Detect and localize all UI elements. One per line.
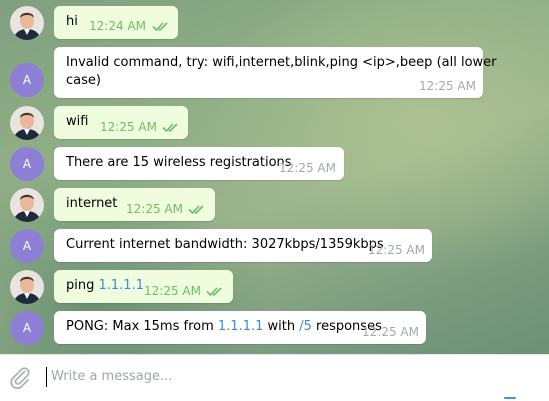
message-composer: Write a message... <box>0 354 549 401</box>
chat-background: hi 12:24 AM A Invalid command, try: wifi… <box>0 0 549 354</box>
message-text: ping 1.1.1.1 <box>66 278 144 293</box>
user-avatar[interactable] <box>10 106 44 140</box>
bot-avatar[interactable]: A <box>10 311 44 345</box>
double-check-icon <box>206 287 222 297</box>
message-time: 12:25 AM <box>126 202 183 216</box>
message-text: wifi <box>66 114 89 129</box>
message-time: 12:25 AM <box>368 243 425 257</box>
ip-link[interactable]: 1.1.1.1 <box>99 278 144 293</box>
double-check-icon <box>162 123 178 133</box>
message-text: hi <box>66 14 78 29</box>
text-cursor <box>46 367 47 387</box>
message-bubble-outgoing[interactable]: hi 12:24 AM <box>54 6 178 39</box>
message-bubble-outgoing[interactable]: ping 1.1.1.1 12:25 AM <box>54 270 233 303</box>
message-bubble-outgoing[interactable]: internet 12:25 AM <box>54 188 215 221</box>
message-bubble-incoming[interactable]: There are 15 wireless registrations 12:2… <box>54 147 344 180</box>
user-avatar[interactable] <box>10 188 44 222</box>
bot-avatar[interactable]: A <box>10 147 44 181</box>
message-text: PONG: Max 15ms from 1.1.1.1 with /5 resp… <box>66 319 382 334</box>
message-time: 12:24 AM <box>89 19 146 33</box>
message-time: 12:25 AM <box>100 120 157 134</box>
message-time: 12:25 AM <box>362 325 419 339</box>
user-avatar[interactable] <box>10 270 44 304</box>
message-text-mid: with <box>263 319 300 334</box>
message-text-prefix: ping <box>66 278 99 293</box>
ip-link[interactable]: 1.1.1.1 <box>218 319 263 334</box>
bot-avatar[interactable]: A <box>10 63 44 97</box>
bot-avatar[interactable]: A <box>10 229 44 263</box>
message-text-continued: case) <box>66 73 101 88</box>
user-avatar[interactable] <box>10 6 44 40</box>
message-text: There are 15 wireless registrations <box>66 155 292 170</box>
message-text: Current internet bandwidth: 3027kbps/135… <box>66 237 384 252</box>
message-input[interactable]: Write a message... <box>51 369 172 384</box>
message-time: 12:25 AM <box>144 284 201 298</box>
message-bubble-incoming[interactable]: Current internet bandwidth: 3027kbps/135… <box>54 229 432 262</box>
message-bubble-outgoing[interactable]: wifi 12:25 AM <box>54 106 188 139</box>
command-link[interactable]: /5 <box>299 319 312 334</box>
message-time: 12:25 AM <box>419 79 476 93</box>
scroll-indicator[interactable] <box>504 397 516 399</box>
message-time: 12:25 AM <box>279 161 336 175</box>
double-check-icon <box>188 205 204 215</box>
message-bubble-incoming[interactable]: Invalid command, try: wifi,internet,blin… <box>54 47 497 98</box>
message-text-pre: PONG: Max 15ms from <box>66 319 218 334</box>
paperclip-icon[interactable] <box>8 365 32 389</box>
message-bubble-incoming[interactable]: PONG: Max 15ms from 1.1.1.1 with /5 resp… <box>54 311 426 344</box>
message-text: internet <box>66 196 118 211</box>
double-check-icon <box>152 22 168 32</box>
message-text: Invalid command, try: wifi,internet,blin… <box>66 55 497 70</box>
